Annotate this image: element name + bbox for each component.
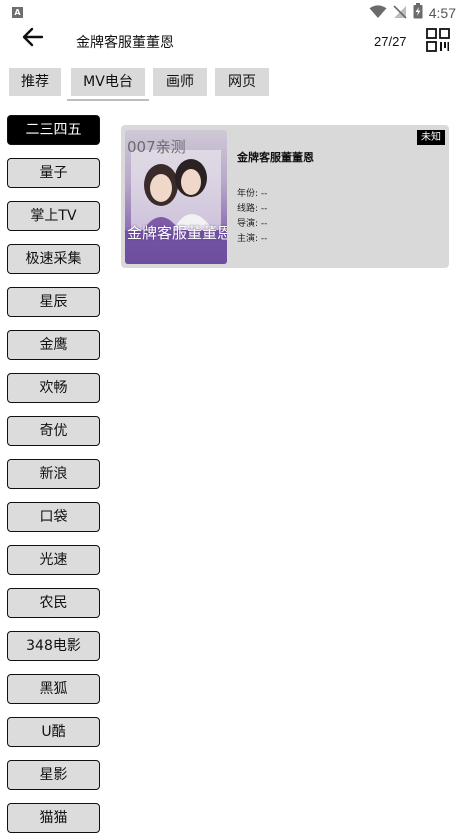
status-badge: 未知	[417, 130, 445, 145]
status-icons: 4:57	[369, 3, 456, 23]
status-bar: A 4:57	[0, 0, 464, 26]
poster-watermark: 007亲测	[127, 138, 186, 156]
battery-charging-icon	[413, 3, 423, 23]
source-item[interactable]: 奇优	[7, 416, 100, 446]
arrow-left-icon	[22, 27, 44, 51]
result-year: 年份: --	[237, 189, 268, 199]
source-item[interactable]: 黑狐	[7, 674, 100, 704]
source-item[interactable]: 金鹰	[7, 330, 100, 360]
qr-code-icon	[426, 28, 450, 56]
app-notification-icon: A	[12, 7, 23, 18]
category-tabs: 推荐 MV电台 画师 网页	[0, 68, 464, 102]
page-title: 金牌客服董董恩	[76, 35, 174, 51]
result-route: 线路: --	[237, 204, 268, 214]
result-title: 金牌客服董董恩	[237, 151, 314, 164]
back-button[interactable]	[20, 26, 46, 52]
no-signal-icon	[393, 4, 407, 23]
result-cast: 主演: --	[237, 234, 268, 244]
source-item[interactable]: 口袋	[7, 502, 100, 532]
status-time: 4:57	[428, 5, 456, 21]
source-item[interactable]: 二三四五	[7, 115, 100, 145]
source-item[interactable]: 极速采集	[7, 244, 100, 274]
source-item[interactable]: 新浪	[7, 459, 100, 489]
source-item[interactable]: 星辰	[7, 287, 100, 317]
source-item[interactable]: 量子	[7, 158, 100, 188]
source-item[interactable]: 欢畅	[7, 373, 100, 403]
result-card[interactable]: 007亲测 金牌客服董董恩 金牌客服董董恩 未知 年份: -- 线路: -- 导…	[121, 125, 449, 268]
tab-artist[interactable]: 画师	[153, 68, 207, 96]
poster-caption: 金牌客服董董恩	[127, 224, 227, 242]
tab-recommend[interactable]: 推荐	[9, 68, 61, 96]
source-item[interactable]: 光速	[7, 545, 100, 575]
result-director: 导演: --	[237, 219, 268, 229]
source-item[interactable]: 猫猫	[7, 803, 100, 833]
tab-mv-radio[interactable]: MV电台	[71, 68, 145, 96]
source-item[interactable]: 农民	[7, 588, 100, 618]
tab-webpage[interactable]: 网页	[215, 68, 269, 96]
source-item[interactable]: U酷	[7, 717, 100, 747]
active-tab-indicator	[67, 99, 149, 101]
source-item[interactable]: 348电影	[7, 631, 100, 661]
qr-code-button[interactable]	[426, 28, 450, 52]
wifi-icon	[369, 4, 387, 23]
source-item[interactable]: 星影	[7, 760, 100, 790]
result-count: 27/27	[374, 34, 407, 49]
poster-image: 007亲测 金牌客服董董恩	[125, 130, 227, 264]
source-item[interactable]: 掌上TV	[7, 201, 100, 231]
